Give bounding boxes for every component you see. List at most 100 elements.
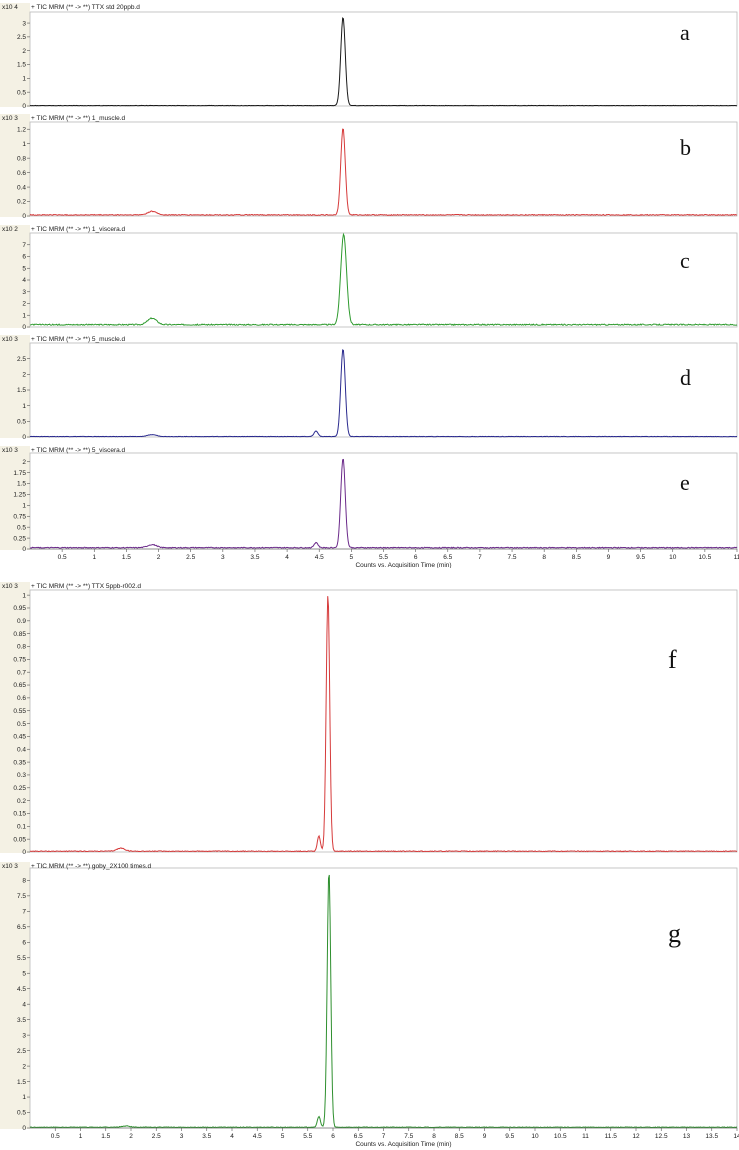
x-tick-label: 10.5 — [554, 1133, 567, 1140]
y-tick-label: 3 — [22, 289, 26, 296]
y-tick-label: 6.5 — [17, 924, 26, 931]
x-tick-label: 5 — [350, 554, 354, 561]
x-tick-label: 9.5 — [505, 1133, 514, 1140]
axis-strip — [0, 862, 30, 1129]
panel-b: x10 3 + TIC MRM (** -> **) 1_muscle.d 0 0.2… — [0, 114, 738, 220]
y-tick-label: 0.8 — [17, 155, 26, 162]
y-tick-label: 0.6 — [17, 695, 26, 702]
plot-area — [29, 232, 738, 328]
exponent-label: x10 3 — [2, 583, 18, 590]
x-tick-label: 8.5 — [455, 1133, 464, 1140]
y-tick-label: 1.25 — [13, 492, 26, 499]
y-tick-label: 5.5 — [17, 955, 26, 962]
panel-label: a — [680, 20, 690, 45]
exponent-label: x10 3 — [2, 115, 18, 122]
y-tick-label: 2.5 — [17, 34, 26, 41]
trace-header: + TIC MRM (** -> **) goby_2X100 times.d — [31, 863, 152, 870]
panel-d: x10 3 + TIC MRM (** -> **) 5_muscle.d 0 0.5… — [0, 335, 738, 441]
y-tick-label: 0.25 — [13, 785, 26, 792]
x-tick-label: 4 — [285, 554, 289, 561]
x-tick-label: 11.5 — [605, 1133, 618, 1140]
x-tick-label: 0.5 — [58, 554, 67, 561]
y-tick-label: 1.5 — [17, 1079, 26, 1086]
x-tick-label: 10.5 — [699, 554, 712, 561]
x-tick-label: 7.5 — [404, 1133, 413, 1140]
y-tick-label: 3.5 — [17, 1017, 26, 1024]
panel-e: x10 3 + TIC MRM (** -> **) 5_viscera.d 0 0.… — [0, 446, 739, 569]
y-tick-label: 0.4 — [17, 184, 26, 191]
y-tick-label: 0.3 — [17, 772, 26, 779]
x-tick-label: 9.5 — [636, 554, 645, 561]
y-tick-label: 1 — [22, 403, 26, 410]
x-tick-label: 10 — [669, 554, 677, 561]
y-tick-label: 6 — [22, 939, 26, 946]
x-tick-label: 9 — [483, 1133, 487, 1140]
x-tick-label: 1.5 — [122, 554, 131, 561]
y-tick-label: 0 — [22, 849, 26, 856]
x-tick-label: 5.5 — [303, 1133, 312, 1140]
y-tick-label: 1 — [22, 1094, 26, 1101]
y-tick-label: 7.5 — [17, 893, 26, 900]
y-tick-label: 1 — [22, 312, 26, 319]
x-tick-label: 1.5 — [101, 1133, 110, 1140]
panel-label: c — [680, 248, 690, 273]
plot-area — [29, 589, 738, 853]
plot-area — [29, 11, 738, 107]
y-tick-label: 7 — [22, 909, 26, 916]
y-tick-label: 0 — [22, 546, 26, 553]
x-tick-label: 3.5 — [202, 1133, 211, 1140]
y-tick-label: 8 — [22, 878, 26, 885]
y-tick-label: 3 — [22, 1032, 26, 1039]
x-tick-label: 4.5 — [253, 1133, 262, 1140]
y-tick-label: 2 — [22, 1063, 26, 1070]
y-tick-label: 0.25 — [13, 535, 26, 542]
x-tick-label: 7 — [478, 554, 482, 561]
x-tick-label: 4 — [230, 1133, 234, 1140]
figure-separator — [0, 568, 739, 580]
x-tick-label: 11 — [582, 1133, 589, 1140]
y-tick-label: 0.1 — [17, 824, 26, 831]
y-tick-label: 0.5 — [17, 1110, 26, 1117]
plot-area — [29, 867, 738, 1129]
y-tick-label: 6 — [22, 254, 26, 261]
x-tick-label: 3.5 — [250, 554, 259, 561]
plot-area — [29, 121, 738, 217]
y-tick-label: 0.6 — [17, 170, 26, 177]
y-tick-label: 0 — [22, 1125, 26, 1132]
x-tick-label: 6.5 — [354, 1133, 363, 1140]
panel-c: x10 2 + TIC MRM (** -> **) 1_viscera.d 0 1 2… — [0, 225, 738, 331]
y-tick-label: 1.75 — [13, 470, 26, 477]
y-tick-label: 0.85 — [13, 631, 26, 638]
y-tick-label: 0 — [22, 213, 26, 220]
y-tick-label: 0.75 — [13, 513, 26, 520]
exponent-label: x10 3 — [2, 336, 18, 343]
y-tick-label: 0.75 — [13, 657, 26, 664]
x-tick-label: 1 — [79, 1133, 83, 1140]
x-tick-label: 8 — [542, 554, 546, 561]
y-tick-label: 0.5 — [17, 419, 26, 426]
x-tick-label: 11 — [734, 554, 739, 561]
x-tick-label: 12.5 — [655, 1133, 668, 1140]
trace-header: + TIC MRM (** -> **) 5_muscle.d — [31, 336, 126, 343]
panel-g: x10 3 + TIC MRM (** -> **) goby_2X100 tim… — [0, 862, 739, 1148]
y-tick-label: 0.5 — [17, 89, 26, 96]
y-tick-label: 4 — [22, 277, 26, 284]
y-tick-label: 0.5 — [17, 524, 26, 531]
y-tick-label: 7 — [22, 242, 26, 249]
y-tick-label: 2 — [22, 372, 26, 379]
y-tick-label: 0 — [22, 103, 26, 110]
panel-a: x10 4 + TIC MRM (** -> **) TTX std 20ppb.… — [0, 3, 738, 110]
panel-label: b — [680, 135, 691, 160]
x-tick-label: 6.5 — [443, 554, 452, 561]
y-tick-label: 1 — [22, 76, 26, 83]
y-tick-label: 1 — [22, 592, 26, 599]
plot-area — [29, 342, 738, 438]
x-tick-label: 0.5 — [51, 1133, 60, 1140]
y-tick-label: 0.8 — [17, 644, 26, 651]
trace-header: + TIC MRM (** -> **) TTX 5ppb-r002.d — [31, 583, 141, 590]
y-tick-label: 0.2 — [17, 798, 26, 805]
x-tick-label: 9 — [607, 554, 611, 561]
y-tick-label: 3 — [22, 20, 26, 27]
panel-f: x10 3 + TIC MRM (** -> **) TTX 5ppb-r002.… — [0, 582, 738, 856]
exponent-label: x10 2 — [2, 226, 18, 233]
